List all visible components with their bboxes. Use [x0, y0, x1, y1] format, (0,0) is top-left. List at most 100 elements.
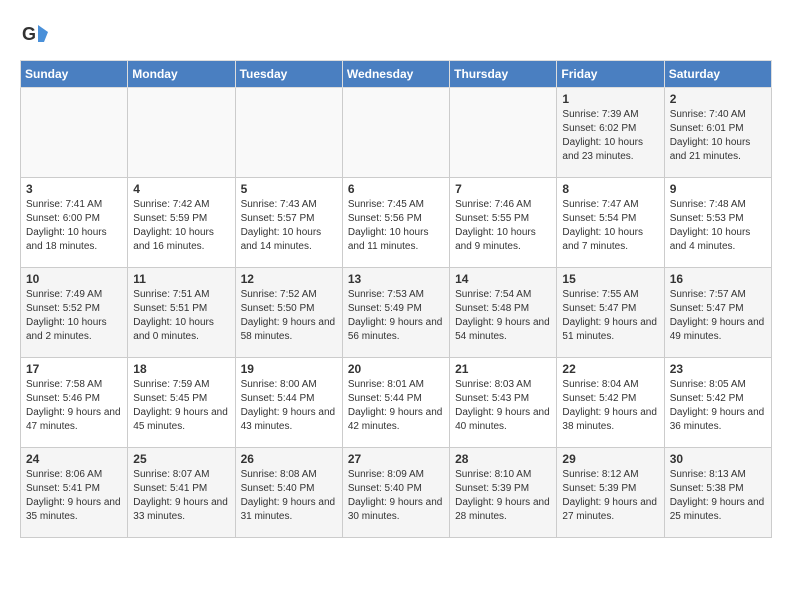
day-number: 5	[241, 182, 337, 196]
day-cell: 9 Sunrise: 7:48 AM Sunset: 5:53 PM Daylig…	[664, 178, 771, 268]
day-number: 29	[562, 452, 658, 466]
day-number: 30	[670, 452, 766, 466]
day-cell	[450, 88, 557, 178]
day-number: 20	[348, 362, 444, 376]
day-info: Sunrise: 8:07 AM Sunset: 5:41 PM Dayligh…	[133, 468, 229, 524]
day-info: Sunrise: 8:01 AM Sunset: 5:44 PM Dayligh…	[348, 378, 444, 434]
day-number: 12	[241, 272, 337, 286]
day-number: 3	[26, 182, 122, 196]
day-cell: 5 Sunrise: 7:43 AM Sunset: 5:57 PM Daylig…	[235, 178, 342, 268]
day-info: Sunrise: 7:48 AM Sunset: 5:53 PM Dayligh…	[670, 198, 766, 254]
header-cell-saturday: Saturday	[664, 61, 771, 88]
day-info: Sunrise: 7:42 AM Sunset: 5:59 PM Dayligh…	[133, 198, 229, 254]
header-cell-friday: Friday	[557, 61, 664, 88]
day-info: Sunrise: 7:40 AM Sunset: 6:01 PM Dayligh…	[670, 108, 766, 164]
day-info: Sunrise: 7:47 AM Sunset: 5:54 PM Dayligh…	[562, 198, 658, 254]
day-cell: 2 Sunrise: 7:40 AM Sunset: 6:01 PM Daylig…	[664, 88, 771, 178]
day-cell: 25 Sunrise: 8:07 AM Sunset: 5:41 PM Dayli…	[128, 448, 235, 538]
day-number: 8	[562, 182, 658, 196]
day-info: Sunrise: 7:45 AM Sunset: 5:56 PM Dayligh…	[348, 198, 444, 254]
calendar-table: SundayMondayTuesdayWednesdayThursdayFrid…	[20, 60, 772, 538]
header: G	[20, 20, 772, 50]
day-info: Sunrise: 7:39 AM Sunset: 6:02 PM Dayligh…	[562, 108, 658, 164]
day-info: Sunrise: 7:59 AM Sunset: 5:45 PM Dayligh…	[133, 378, 229, 434]
day-number: 24	[26, 452, 122, 466]
day-cell: 7 Sunrise: 7:46 AM Sunset: 5:55 PM Daylig…	[450, 178, 557, 268]
day-info: Sunrise: 8:03 AM Sunset: 5:43 PM Dayligh…	[455, 378, 551, 434]
day-cell: 26 Sunrise: 8:08 AM Sunset: 5:40 PM Dayli…	[235, 448, 342, 538]
day-info: Sunrise: 7:52 AM Sunset: 5:50 PM Dayligh…	[241, 288, 337, 344]
day-number: 21	[455, 362, 551, 376]
day-number: 11	[133, 272, 229, 286]
day-cell: 4 Sunrise: 7:42 AM Sunset: 5:59 PM Daylig…	[128, 178, 235, 268]
day-cell: 22 Sunrise: 8:04 AM Sunset: 5:42 PM Dayli…	[557, 358, 664, 448]
day-cell: 28Sunrise: 8:10 AM Sunset: 5:39 PM Dayli…	[450, 448, 557, 538]
day-info: Sunrise: 7:41 AM Sunset: 6:00 PM Dayligh…	[26, 198, 122, 254]
day-info: Sunrise: 8:04 AM Sunset: 5:42 PM Dayligh…	[562, 378, 658, 434]
day-number: 17	[26, 362, 122, 376]
day-info: Sunrise: 7:55 AM Sunset: 5:47 PM Dayligh…	[562, 288, 658, 344]
day-cell: 10Sunrise: 7:49 AM Sunset: 5:52 PM Dayli…	[21, 268, 128, 358]
day-cell: 27Sunrise: 8:09 AM Sunset: 5:40 PM Dayli…	[342, 448, 449, 538]
day-info: Sunrise: 7:46 AM Sunset: 5:55 PM Dayligh…	[455, 198, 551, 254]
day-cell: 24 Sunrise: 8:06 AM Sunset: 5:41 PM Dayli…	[21, 448, 128, 538]
day-cell	[21, 88, 128, 178]
day-info: Sunrise: 8:13 AM Sunset: 5:38 PM Dayligh…	[670, 468, 766, 524]
day-info: Sunrise: 7:51 AM Sunset: 5:51 PM Dayligh…	[133, 288, 229, 344]
header-cell-sunday: Sunday	[21, 61, 128, 88]
day-info: Sunrise: 7:54 AM Sunset: 5:48 PM Dayligh…	[455, 288, 551, 344]
day-number: 9	[670, 182, 766, 196]
day-info: Sunrise: 7:43 AM Sunset: 5:57 PM Dayligh…	[241, 198, 337, 254]
day-cell	[235, 88, 342, 178]
logo: G	[20, 20, 54, 50]
day-number: 10	[26, 272, 122, 286]
day-number: 14	[455, 272, 551, 286]
day-number: 7	[455, 182, 551, 196]
day-number: 22	[562, 362, 658, 376]
day-info: Sunrise: 8:12 AM Sunset: 5:39 PM Dayligh…	[562, 468, 658, 524]
day-number: 2	[670, 92, 766, 106]
day-cell: 8 Sunrise: 7:47 AM Sunset: 5:54 PM Daylig…	[557, 178, 664, 268]
day-info: Sunrise: 8:08 AM Sunset: 5:40 PM Dayligh…	[241, 468, 337, 524]
day-cell: 19 Sunrise: 8:00 AM Sunset: 5:44 PM Dayli…	[235, 358, 342, 448]
header-cell-tuesday: Tuesday	[235, 61, 342, 88]
day-cell: 21 Sunrise: 8:03 AM Sunset: 5:43 PM Dayli…	[450, 358, 557, 448]
day-cell: 12 Sunrise: 7:52 AM Sunset: 5:50 PM Dayli…	[235, 268, 342, 358]
week-row-1: 1 Sunrise: 7:39 AM Sunset: 6:02 PM Daylig…	[21, 88, 772, 178]
day-number: 6	[348, 182, 444, 196]
day-cell: 3 Sunrise: 7:41 AM Sunset: 6:00 PM Daylig…	[21, 178, 128, 268]
day-number: 19	[241, 362, 337, 376]
week-row-5: 24 Sunrise: 8:06 AM Sunset: 5:41 PM Dayli…	[21, 448, 772, 538]
day-info: Sunrise: 8:09 AM Sunset: 5:40 PM Dayligh…	[348, 468, 444, 524]
day-cell: 13 Sunrise: 7:53 AM Sunset: 5:49 PM Dayli…	[342, 268, 449, 358]
day-cell: 16Sunrise: 7:57 AM Sunset: 5:47 PM Dayli…	[664, 268, 771, 358]
day-cell: 18 Sunrise: 7:59 AM Sunset: 5:45 PM Dayli…	[128, 358, 235, 448]
day-info: Sunrise: 7:57 AM Sunset: 5:47 PM Dayligh…	[670, 288, 766, 344]
day-number: 15	[562, 272, 658, 286]
day-cell: 23 Sunrise: 8:05 AM Sunset: 5:42 PM Dayli…	[664, 358, 771, 448]
calendar-header-row: SundayMondayTuesdayWednesdayThursdayFrid…	[21, 61, 772, 88]
day-cell	[128, 88, 235, 178]
day-number: 13	[348, 272, 444, 286]
day-number: 18	[133, 362, 229, 376]
day-info: Sunrise: 8:06 AM Sunset: 5:41 PM Dayligh…	[26, 468, 122, 524]
day-number: 26	[241, 452, 337, 466]
day-cell: 15 Sunrise: 7:55 AM Sunset: 5:47 PM Dayli…	[557, 268, 664, 358]
day-info: Sunrise: 8:05 AM Sunset: 5:42 PM Dayligh…	[670, 378, 766, 434]
day-info: Sunrise: 8:10 AM Sunset: 5:39 PM Dayligh…	[455, 468, 551, 524]
header-cell-thursday: Thursday	[450, 61, 557, 88]
day-info: Sunrise: 7:58 AM Sunset: 5:46 PM Dayligh…	[26, 378, 122, 434]
day-number: 23	[670, 362, 766, 376]
header-cell-monday: Monday	[128, 61, 235, 88]
day-number: 25	[133, 452, 229, 466]
day-cell: 17 Sunrise: 7:58 AM Sunset: 5:46 PM Dayli…	[21, 358, 128, 448]
day-number: 4	[133, 182, 229, 196]
day-info: Sunrise: 8:00 AM Sunset: 5:44 PM Dayligh…	[241, 378, 337, 434]
day-info: Sunrise: 7:53 AM Sunset: 5:49 PM Dayligh…	[348, 288, 444, 344]
day-number: 1	[562, 92, 658, 106]
day-cell: 14 Sunrise: 7:54 AM Sunset: 5:48 PM Dayli…	[450, 268, 557, 358]
week-row-4: 17 Sunrise: 7:58 AM Sunset: 5:46 PM Dayli…	[21, 358, 772, 448]
header-cell-wednesday: Wednesday	[342, 61, 449, 88]
day-cell	[342, 88, 449, 178]
day-cell: 29 Sunrise: 8:12 AM Sunset: 5:39 PM Dayli…	[557, 448, 664, 538]
